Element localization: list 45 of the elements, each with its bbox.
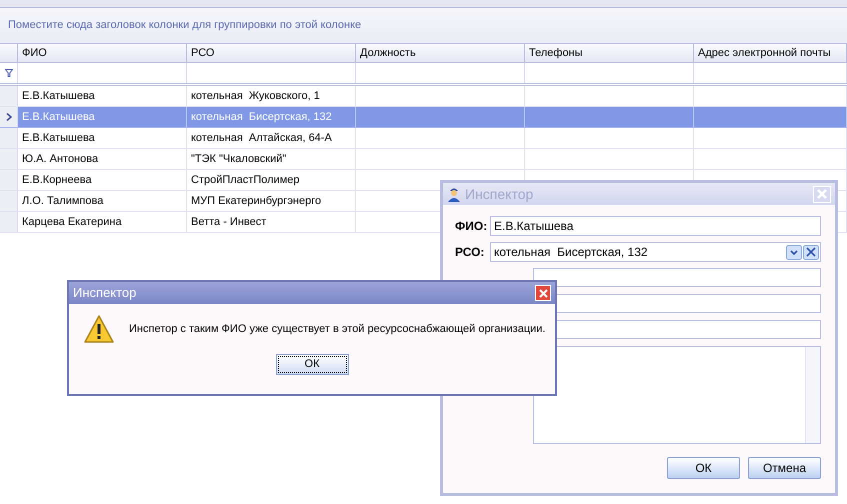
column-header[interactable]: Телефоны xyxy=(525,44,694,62)
column-header[interactable]: РСО xyxy=(187,44,356,62)
table-cell-text: Е.В.Катышева xyxy=(22,110,95,125)
dropdown-field[interactable]: котельная Бисертская, 132 xyxy=(490,242,821,262)
table-cell-text: котельная Жуковского, 1 xyxy=(191,88,320,104)
table-cell-text: Е.В.Катышева xyxy=(22,130,95,146)
table-cell-text: котельная Бисертская, 132 xyxy=(191,110,332,125)
ok-button[interactable]: ОК xyxy=(667,457,740,479)
table-cell-text: Карцева Екатерина xyxy=(22,214,122,230)
window-title: Инспектор xyxy=(73,284,136,302)
table-cell-text: МУП Екатеринбургэнерго xyxy=(191,194,322,209)
table-cell-text: СтройПластПолимер xyxy=(191,172,300,188)
table-cell-text: Л.О. Талимпова xyxy=(22,194,104,209)
table-cell-text: Е.В.Корнеева xyxy=(22,172,92,188)
warning-icon xyxy=(83,314,115,344)
field-label: РСО: xyxy=(455,244,486,261)
input-field[interactable] xyxy=(533,268,821,287)
table-cell-text: Ветта - Инвест xyxy=(191,214,266,230)
field-label: ФИО: xyxy=(455,218,488,235)
scrollbar[interactable] xyxy=(805,347,820,443)
close-button[interactable] xyxy=(535,285,551,301)
column-header[interactable]: Должность xyxy=(356,44,525,62)
input-field[interactable]: Е.В.Катышева xyxy=(490,216,821,236)
dropdown-icon[interactable] xyxy=(786,244,802,260)
table-row[interactable]: Е.В.Катышева котельная Жуковского, 1 xyxy=(0,86,847,107)
table-row[interactable]: Ю.А. Антонова "ТЭК "Чкаловский" xyxy=(0,149,847,170)
close-icon[interactable] xyxy=(538,288,548,298)
group-hint: Поместите сюда заголовок колонки для группировки по этой колонке xyxy=(8,18,362,34)
cancel-button[interactable]: Отмена xyxy=(748,457,821,479)
column-header[interactable]: ФИО xyxy=(18,44,187,62)
filter-icon[interactable] xyxy=(4,69,12,77)
ok-button[interactable]: ОК xyxy=(276,354,348,375)
table-cell-text: котельная Алтайская, 64-А xyxy=(191,130,332,146)
table-cell-text: "ТЭК "Чкаловский" xyxy=(191,152,286,167)
row-selector[interactable] xyxy=(0,107,18,127)
current-row-icon xyxy=(6,113,12,121)
field-value: котельная Бисертская, 132 xyxy=(494,244,649,261)
column-header[interactable]: Адрес электронной почты xyxy=(694,44,847,62)
table-cell-text: Е.В.Катышева xyxy=(22,88,95,104)
message-text: Инспетор с таким ФИО уже существует в этой ресурсоснабжающей организации. xyxy=(129,322,546,337)
table-cell-text: Ю.А. Антонова xyxy=(22,152,98,167)
clear-icon[interactable] xyxy=(803,244,819,260)
text-area[interactable] xyxy=(533,346,821,444)
table-row[interactable]: Е.В.Катышева котельная Алтайская, 64-А xyxy=(0,128,847,149)
person-icon xyxy=(447,186,461,202)
